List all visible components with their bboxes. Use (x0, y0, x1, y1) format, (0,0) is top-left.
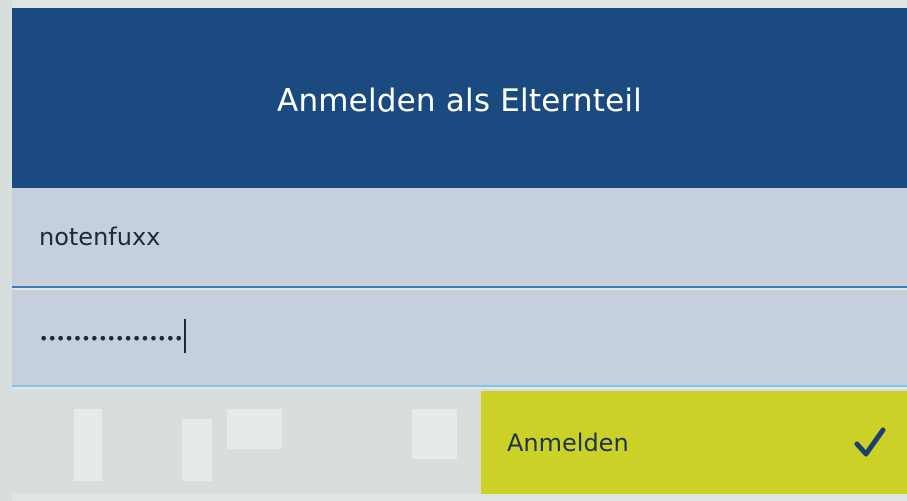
faded-background-shape (182, 419, 212, 481)
faded-background-shape (412, 409, 457, 459)
left-edge (0, 0, 12, 501)
checkmark-icon (854, 427, 886, 456)
password-field[interactable]: ••••••••••••••••• (12, 290, 907, 387)
faded-background-shape (74, 409, 102, 481)
login-submit-label: Anmelden (507, 428, 629, 457)
login-submit-button[interactable]: Anmelden (481, 391, 907, 494)
text-caret (184, 318, 187, 353)
username-field[interactable]: notenfuxx (12, 188, 907, 288)
login-header: Anmelden als Elternteil (12, 8, 907, 188)
login-title: Anmelden als Elternteil (277, 83, 642, 119)
login-dialog-frame: Anmelden als Elternteil notenfuxx ••••••… (0, 0, 907, 501)
login-card: Anmelden als Elternteil notenfuxx ••••••… (12, 8, 907, 494)
username-value: notenfuxx (39, 223, 161, 251)
faded-background-shape (227, 409, 282, 449)
password-value: ••••••••••••••••• (39, 329, 183, 348)
